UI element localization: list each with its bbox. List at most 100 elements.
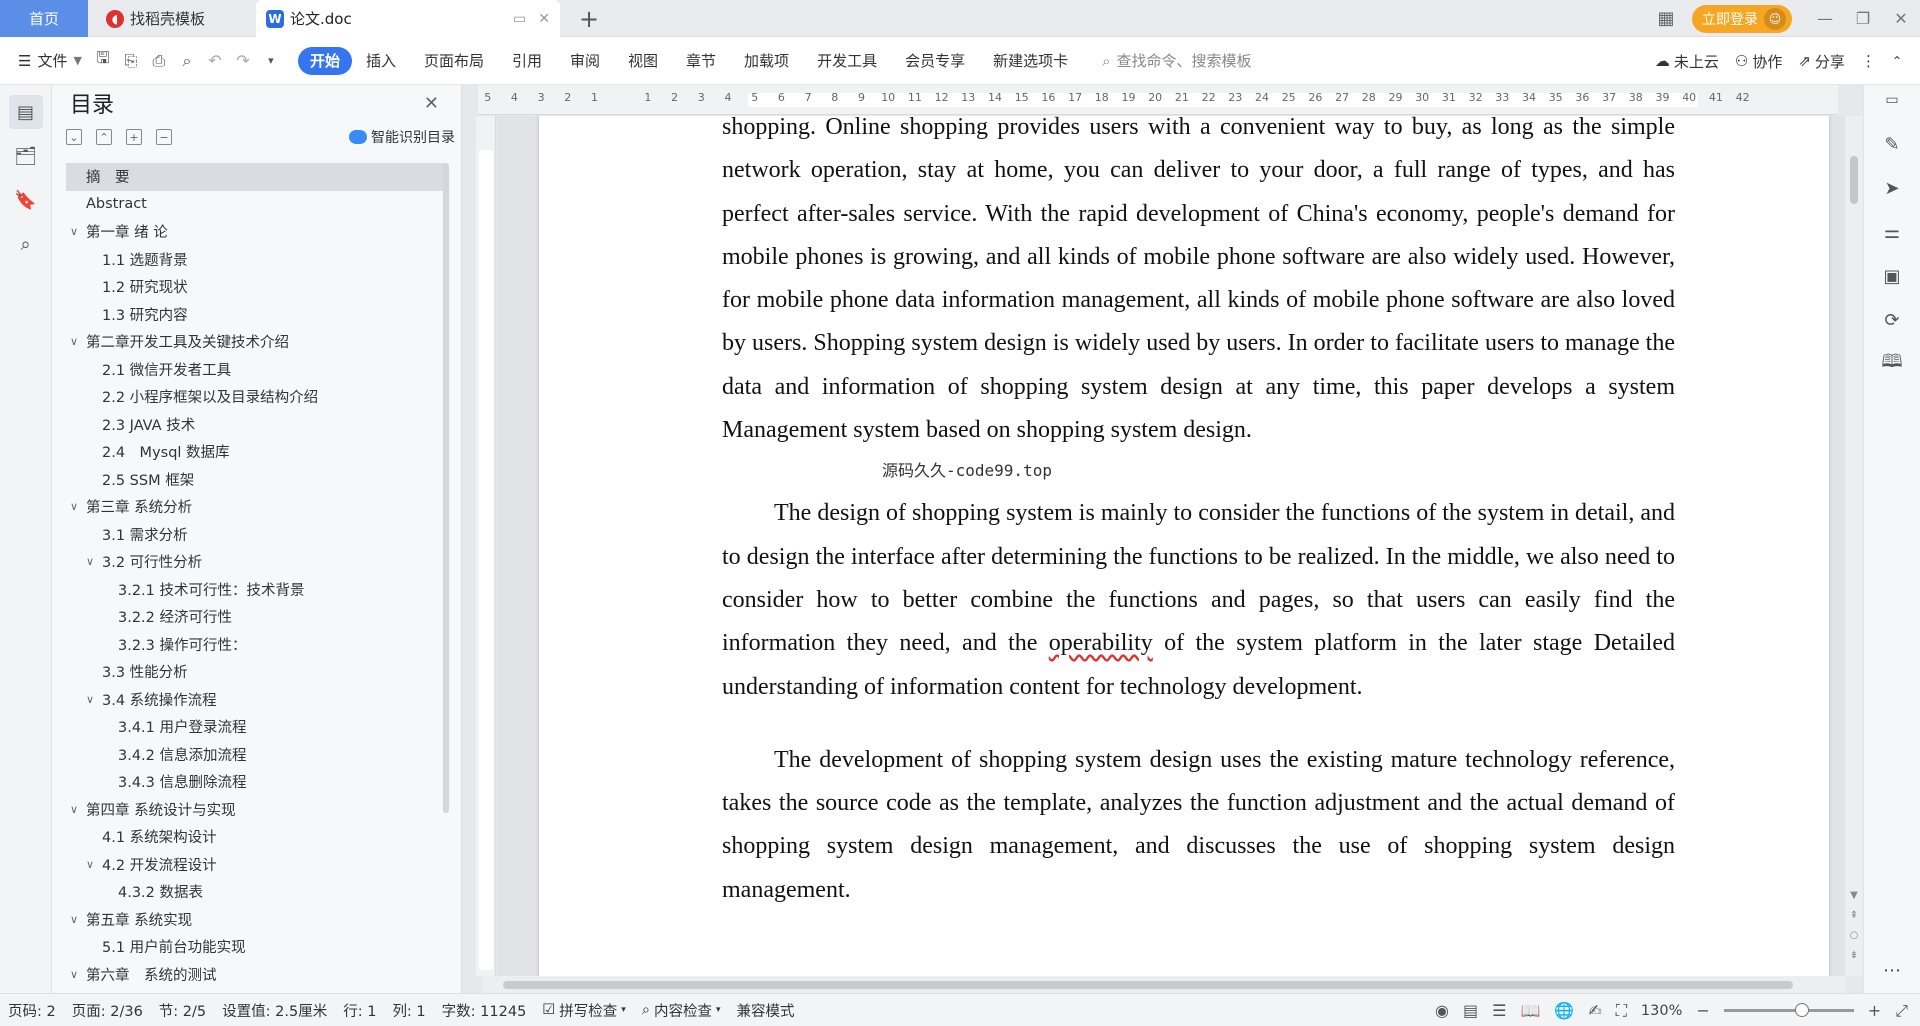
tab-document[interactable]: W 论文.doc ▭ ✕ <box>256 0 560 37</box>
tab-template[interactable]: ◖ 找稻壳模板 <box>96 0 252 37</box>
toc-item[interactable]: 4.3.2 数据表 <box>66 878 446 906</box>
image-tools-icon[interactable]: ▣ <box>1877 261 1907 291</box>
tab-home[interactable]: 首页 <box>0 0 88 37</box>
eye-protection-icon[interactable]: ◉ <box>1435 1001 1449 1020</box>
document-body[interactable]: shopping. Online shopping provides users… <box>722 116 1675 912</box>
toc-item[interactable]: 3.2.3 操作可行性： <box>66 631 446 659</box>
more-menu-icon[interactable]: ⋮ <box>1861 52 1876 70</box>
toc-item[interactable]: 摘 要 <box>66 163 446 191</box>
toc-item[interactable]: 2.1 微信开发者工具 <box>66 356 446 384</box>
zoom-slider[interactable] <box>1723 1003 1854 1017</box>
ribbon-tab[interactable]: 加载项 <box>730 47 803 75</box>
ribbon-tab[interactable]: 会员专享 <box>891 47 979 75</box>
ribbon-tab[interactable]: 开发工具 <box>803 47 891 75</box>
more-tools-icon[interactable]: ⋯ <box>1877 955 1907 985</box>
select-pointer-icon[interactable]: ➤ <box>1877 173 1907 203</box>
prev-page-icon[interactable]: ⇞ <box>1847 906 1861 926</box>
toc-item[interactable]: 3.1 需求分析 <box>66 521 446 549</box>
share-button[interactable]: ⇗ 分享 <box>1798 51 1845 72</box>
status-word-count[interactable]: 字数: 11245 <box>434 1000 535 1021</box>
collapse-all-icon[interactable]: ⌃ <box>96 129 112 145</box>
chevron-down-icon[interactable]: ∨ <box>66 500 82 513</box>
close-window-icon[interactable]: ✕ <box>1882 0 1920 37</box>
toc-item[interactable]: ∨ 第二章开发工具及关键技术介绍 <box>66 328 446 356</box>
login-button[interactable]: 立即登录 ☺ <box>1692 4 1792 33</box>
export-pdf-icon[interactable]: ⎘ <box>118 48 144 74</box>
redo-icon[interactable]: ↷ <box>230 48 256 74</box>
file-menu[interactable]: ☰ 文件 ▼ <box>0 50 90 71</box>
find-icon[interactable]: ⌕ <box>9 227 43 261</box>
horizontal-scrollbar[interactable] <box>483 976 1845 993</box>
ribbon-tab[interactable]: 插入 <box>352 47 410 75</box>
document-page[interactable]: shopping. Online shopping provides users… <box>539 116 1829 976</box>
add-heading-icon[interactable]: + <box>126 129 142 145</box>
paragraph[interactable]: The development of shopping system desig… <box>722 739 1675 912</box>
expand-all-icon[interactable]: ⌄ <box>66 129 82 145</box>
toc-item[interactable]: ∨ 4.2 开发流程设计 <box>66 851 446 879</box>
paragraph[interactable]: shopping. Online shopping provides users… <box>722 116 1675 452</box>
toc-item[interactable]: ∨ 3.2 可行性分析 <box>66 548 446 576</box>
pen-icon[interactable]: ✎ <box>1877 129 1907 159</box>
horizontal-ruler[interactable]: 6543211234567891011121314151617181920212… <box>478 85 1838 115</box>
toc-item[interactable]: 2.5 SSM 框架 <box>66 466 446 494</box>
bookmark-icon[interactable]: 🔖 <box>9 183 43 217</box>
zoom-out-icon[interactable]: − <box>1696 1001 1709 1020</box>
toc-item[interactable]: 2.2 小程序框架以及目录结构介绍 <box>66 383 446 411</box>
toc-item[interactable]: 2.4 Mysql 数据库 <box>66 438 446 466</box>
paragraph[interactable]: The design of shopping system is mainly … <box>722 492 1675 708</box>
content-check-button[interactable]: ⌕ 内容检查 ▾ <box>634 1000 729 1021</box>
toc-item[interactable]: ∨ 第三章 系统分析 <box>66 493 446 521</box>
ruler-toggle-icon[interactable]: ▭ <box>1877 85 1907 115</box>
settings-sliders-icon[interactable]: ⚌ <box>1877 217 1907 247</box>
toc-item[interactable]: 3.3 性能分析 <box>66 658 446 686</box>
web-view-icon[interactable]: 🌐 <box>1554 1001 1574 1020</box>
customize-toolbar-icon[interactable]: ▾ <box>258 48 284 74</box>
toc-item[interactable]: ∨ 第六章 系统的测试 <box>66 961 446 983</box>
ribbon-tab[interactable]: 引用 <box>498 47 556 75</box>
ribbon-tab[interactable]: 新建选项卡 <box>979 47 1082 75</box>
fullscreen-icon[interactable]: ⤢ <box>1895 1001 1908 1021</box>
status-page-number[interactable]: 页码: 2 <box>0 1000 64 1021</box>
chevron-down-icon[interactable]: ∨ <box>66 225 82 238</box>
toc-item[interactable]: 3.2.2 经济可行性 <box>66 603 446 631</box>
spell-check-button[interactable]: ☑ 拼写检查 ▾ <box>534 1000 634 1021</box>
minimize-icon[interactable]: — <box>1806 0 1844 37</box>
chevron-down-icon[interactable]: ∨ <box>82 693 98 706</box>
collapse-ribbon-icon[interactable]: ⌃ <box>1892 54 1902 68</box>
toc-item[interactable]: ∨ 第五章 系统实现 <box>66 906 446 934</box>
ribbon-tab[interactable]: 开始 <box>297 46 352 75</box>
write-view-icon[interactable]: ✍ <box>1588 1001 1601 1020</box>
horizontal-scroll-thumb[interactable] <box>503 981 1793 989</box>
undo-icon[interactable]: ↶ <box>202 48 228 74</box>
toc-item[interactable]: 2.3 JAVA 技术 <box>66 411 446 439</box>
chevron-down-icon[interactable]: ∨ <box>66 913 82 926</box>
new-tab-button[interactable]: + <box>574 4 604 34</box>
apps-grid-icon[interactable]: ▦ <box>1646 0 1686 37</box>
toc-item[interactable]: ∨ 3.4 系统操作流程 <box>66 686 446 714</box>
print-icon[interactable]: ⎙ <box>146 48 172 74</box>
float-window-icon[interactable]: ▭ <box>513 11 526 27</box>
chapter-nav-icon[interactable]: 🗂 <box>9 139 43 173</box>
toc-item[interactable]: 3.4.2 信息添加流程 <box>66 741 446 769</box>
toc-item[interactable]: 3.2.1 技术可行性：技术背景 <box>66 576 446 604</box>
next-page-icon[interactable]: ⇟ <box>1847 946 1861 966</box>
ribbon-tab[interactable]: 页面布局 <box>410 47 498 75</box>
toc-scrollbar[interactable] <box>443 163 449 813</box>
command-search[interactable]: ⌕ 查找命令、搜索模板 <box>1102 50 1251 71</box>
misspelled-word[interactable]: operability <box>1049 630 1153 656</box>
status-page[interactable]: 页面: 2/36 <box>64 1000 151 1021</box>
toc-panel-icon[interactable]: ▤ <box>8 95 43 129</box>
zoom-level[interactable]: 130% <box>1641 1003 1682 1019</box>
cloud-status-button[interactable]: ☁ 未上云 <box>1655 51 1719 72</box>
chevron-down-icon[interactable]: ∨ <box>82 555 98 568</box>
print-preview-icon[interactable]: ⌕ <box>174 48 200 74</box>
ribbon-tab[interactable]: 章节 <box>672 47 730 75</box>
toc-item[interactable]: 3.4.3 信息删除流程 <box>66 768 446 796</box>
restore-icon[interactable]: ❐ <box>1844 0 1882 37</box>
ribbon-tab[interactable]: 审阅 <box>556 47 614 75</box>
zoom-slider-knob[interactable] <box>1794 1003 1809 1017</box>
chevron-down-icon[interactable]: ∨ <box>82 858 98 871</box>
close-icon[interactable]: ✕ <box>424 93 439 114</box>
toc-item[interactable]: ∨ 第一章 绪 论 <box>66 218 446 246</box>
ribbon-tab[interactable]: 视图 <box>614 47 672 75</box>
